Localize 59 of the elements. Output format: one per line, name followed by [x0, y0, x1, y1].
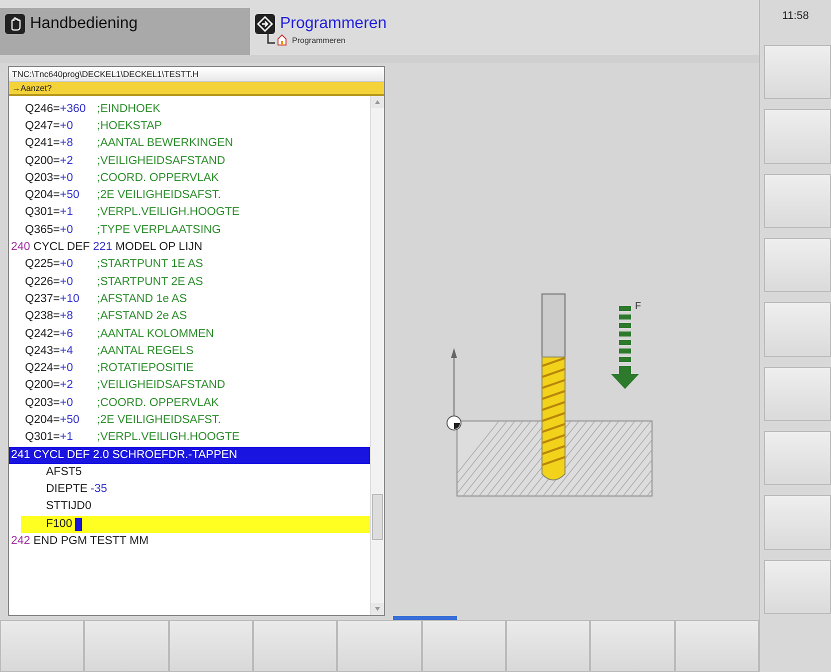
- diamond-arrow-icon: [255, 14, 275, 34]
- softkey-button[interactable]: [764, 109, 831, 164]
- softkey-button[interactable]: [253, 620, 338, 672]
- code-line[interactable]: Q226=+0 ;STARTPUNT 2E AS: [9, 274, 370, 291]
- code-line[interactable]: Q237=+10 ;AFSTAND 1e AS: [9, 290, 370, 308]
- softkey-button[interactable]: [506, 620, 590, 672]
- scroll-thumb[interactable]: [372, 494, 383, 540]
- code-line[interactable]: Q241=+8 ;AANTAL BEWERKINGEN: [9, 135, 370, 153]
- code-line[interactable]: DIEPTE -35: [21, 481, 370, 498]
- softkey-button[interactable]: [0, 620, 84, 672]
- softkey-button[interactable]: [590, 620, 675, 672]
- file-path: TNC:\Tnc640prog\DECKEL1\DECKEL1\TESTT.H: [9, 66, 384, 82]
- scroll-up-button[interactable]: [371, 96, 384, 108]
- code-line[interactable]: Q224=+0 ;ROTATIEPOSITIE: [9, 360, 370, 378]
- code-line[interactable]: Q365=+0 ;TYPE VERPLAATSING: [9, 222, 370, 240]
- scroll-down-button[interactable]: [371, 602, 384, 615]
- hand-icon: [5, 14, 25, 34]
- code-line[interactable]: Q247=+0 ;HOEKSTAP: [9, 118, 370, 136]
- code-line[interactable]: 240 CYCL DEF 221 MODEL OP LIJN: [9, 239, 370, 256]
- softkey-button[interactable]: [168, 620, 254, 672]
- page-indicator: [393, 616, 457, 620]
- softkey-button[interactable]: [764, 45, 831, 100]
- code-line[interactable]: Q242=+6 ;AANTAL KOLOMMEN: [9, 326, 370, 343]
- code-line[interactable]: Q225=+0 ;STARTPUNT 1E AS: [9, 256, 370, 274]
- code-line[interactable]: Q204=+50 ;2E VEILIGHEIDSAFST.: [9, 412, 370, 430]
- softkey-button[interactable]: [422, 620, 506, 672]
- mode-label: Programmeren: [280, 15, 387, 33]
- code-line[interactable]: Q200=+2 ;VEILIGHEIDSAFSTAND: [9, 377, 370, 395]
- softkey-button[interactable]: [764, 174, 831, 228]
- softkey-button[interactable]: [764, 430, 831, 486]
- code-line[interactable]: 242 END PGM TESTT MM: [9, 533, 370, 550]
- softkey-button[interactable]: [84, 620, 169, 672]
- code-line[interactable]: Q203=+0 ;COORD. OPPERVLAK: [9, 394, 370, 412]
- mode-tab[interactable]: Handbediening: [0, 8, 250, 55]
- softkey-button[interactable]: [764, 238, 831, 292]
- code-line[interactable]: Q243=+4 ;AANTAL REGELS: [9, 342, 370, 360]
- code-line[interactable]: STTIJD0: [21, 498, 370, 516]
- softkey-button[interactable]: [764, 366, 831, 421]
- code-line[interactable]: Q203=+0 ;COORD. OPPERVLAK: [9, 170, 370, 188]
- code-line[interactable]: Q200=+2 ;VEILIGHEIDSAFSTAND: [9, 152, 370, 170]
- code-line[interactable]: AFST5: [21, 464, 370, 482]
- code-line[interactable]: Q301=+1 ;VERPL.VEILIGH.HOOGTE: [9, 204, 370, 222]
- mode-sub-label: Programmeren: [292, 36, 346, 44]
- code-line[interactable]: Q246=+360 ;EINDHOEK: [9, 100, 370, 118]
- input-prompt: →Aanzet?: [9, 82, 384, 96]
- softkey-button[interactable]: [674, 620, 760, 672]
- mode-label: Handbediening: [30, 15, 138, 33]
- softkey-button[interactable]: [764, 560, 831, 614]
- feed-label: F: [635, 300, 642, 312]
- scrollbar[interactable]: [370, 96, 384, 615]
- softkey-button[interactable]: [764, 495, 831, 550]
- softkey-button[interactable]: [764, 302, 831, 357]
- code-line[interactable]: Q204=+50 ;2E VEILIGHEIDSAFST.: [9, 187, 370, 204]
- clock-text: 11:58: [781, 9, 810, 24]
- softkey-button[interactable]: [337, 620, 422, 672]
- folder-house-icon: [267, 34, 289, 46]
- mode-tab[interactable]: Programmeren Programmeren: [250, 8, 500, 55]
- code-line[interactable]: Q238=+8 ;AFSTAND 2e AS: [9, 308, 370, 326]
- code-line[interactable]: Q301=+1 ;VERPL.VEILIGH.HOOGTE: [9, 429, 370, 447]
